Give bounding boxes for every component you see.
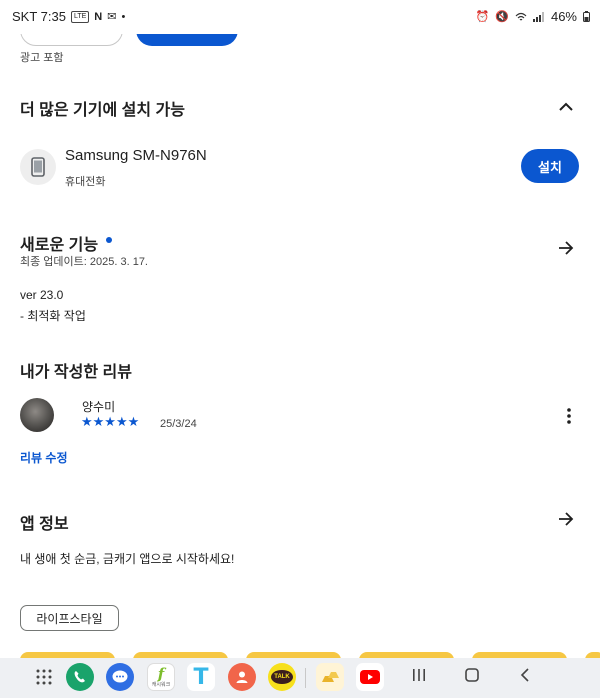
taskbar: f 캐시워크 T TALK	[0, 658, 600, 698]
back-icon	[520, 668, 529, 682]
category-chip[interactable]: 라이프스타일	[20, 605, 119, 631]
cashwalk-icon: f	[157, 665, 165, 683]
youtube-icon	[360, 670, 380, 684]
recents-icon	[413, 669, 425, 681]
device-type: 휴대전화	[65, 176, 106, 188]
whats-new-title[interactable]: 새로운 기능	[20, 231, 98, 255]
wifi-icon	[515, 12, 527, 20]
cashwalk-app-icon[interactable]: f 캐시워크	[147, 663, 175, 691]
chevron-up-icon	[559, 102, 573, 111]
install-section-title: 더 많은 기기에 설치 가능	[20, 102, 185, 119]
carrier-time: SKT 7:35	[12, 9, 66, 24]
recents-button[interactable]	[412, 666, 426, 687]
app-description: 내 생애 첫 순금, 금캐기 앱으로 시작하세요!	[20, 552, 235, 566]
status-bar: SKT 7:35 LTE N ✉ • ⏰ 🔇 46%	[0, 0, 600, 34]
home-button[interactable]	[465, 666, 479, 687]
more-vert-icon	[567, 408, 571, 424]
app-info-title[interactable]: 앱 정보	[20, 510, 69, 534]
taskbar-divider	[305, 668, 306, 688]
gold-app-icon[interactable]	[316, 663, 344, 691]
phone-app-icon[interactable]	[66, 663, 94, 691]
my-review-title: 내가 작성한 리뷰	[20, 364, 132, 381]
status-right: ⏰ 🔇 46%	[476, 9, 590, 24]
collapse-button[interactable]	[554, 94, 578, 118]
edit-review-link[interactable]: 리뷰 수정	[20, 449, 68, 466]
install-button[interactable]: 설치	[521, 149, 579, 183]
contacts-icon	[236, 671, 248, 683]
app-info-arrow-button[interactable]	[554, 507, 578, 531]
arrow-right-icon	[559, 241, 574, 255]
status-left: SKT 7:35 LTE N ✉ •	[12, 9, 125, 24]
reviewer-name: 양수미	[82, 400, 116, 414]
device-icon-wrap	[20, 149, 56, 185]
messages-icon	[112, 670, 128, 683]
back-button[interactable]	[520, 666, 530, 687]
battery-percent: 46%	[550, 9, 577, 24]
mute-icon: 🔇	[495, 11, 509, 23]
dot-notification-icon: •	[121, 10, 126, 23]
contacts-app-icon[interactable]	[228, 663, 256, 691]
gold-icon	[322, 672, 339, 682]
version-text: ver 23.0	[20, 288, 64, 302]
kakaotalk-icon: TALK	[271, 670, 293, 684]
arrow-right-icon	[559, 512, 574, 526]
last-updated: 최종 업데이트: 2025. 3. 17.	[20, 256, 148, 268]
battery-icon	[583, 11, 590, 22]
youtube-app-icon[interactable]	[356, 663, 384, 691]
review-more-button[interactable]	[557, 404, 581, 428]
ad-label: 광고 포함	[20, 52, 64, 64]
smartphone-icon	[31, 157, 45, 177]
notification-box-icon: LTE	[70, 10, 90, 23]
app-drawer-button[interactable]	[30, 663, 58, 691]
n-notification-icon: N	[94, 10, 103, 23]
whats-new-arrow-button[interactable]	[554, 236, 578, 260]
home-icon	[465, 668, 479, 682]
new-indicator-dot	[106, 237, 112, 243]
mail-notification-icon: ✉	[107, 11, 117, 23]
cashwalk-caption: 캐시워크	[151, 682, 171, 688]
star-rating: ★★★★★	[81, 414, 140, 429]
toss-app-icon[interactable]: T	[187, 663, 215, 691]
messages-app-icon[interactable]	[106, 663, 134, 691]
alarm-icon: ⏰	[475, 11, 490, 23]
review-date: 25/3/24	[160, 418, 197, 430]
kakaotalk-app-icon[interactable]: TALK	[268, 663, 296, 691]
phone-icon	[74, 671, 85, 683]
update-note: - 최적화 작업	[20, 309, 86, 323]
apps-grid-icon	[36, 669, 52, 685]
signal-icon	[532, 11, 544, 22]
toss-icon: T	[193, 664, 209, 690]
avatar	[20, 398, 54, 432]
device-name: Samsung SM-N976N	[65, 147, 207, 164]
